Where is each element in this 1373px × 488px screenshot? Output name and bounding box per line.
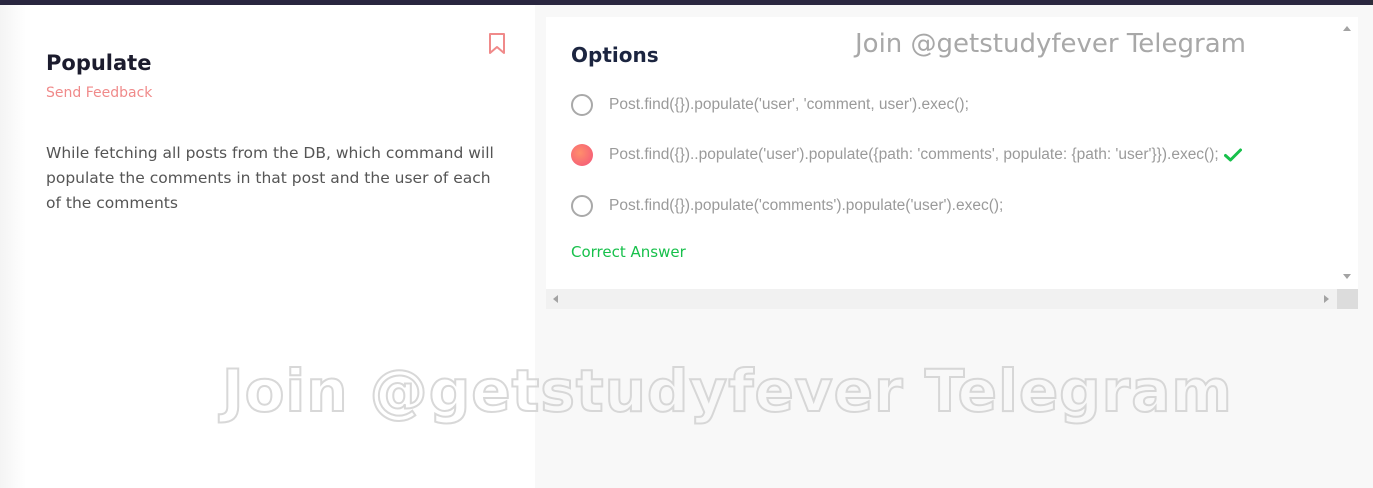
- scroll-down-arrow-icon[interactable]: [1343, 274, 1351, 279]
- scrollbar-corner: [1337, 289, 1358, 309]
- options-title: Options: [571, 43, 659, 67]
- vertical-scrollbar[interactable]: [1337, 17, 1358, 289]
- panel-shadow: [0, 5, 26, 488]
- radio-button[interactable]: [571, 94, 593, 116]
- question-text: While fetching all posts from the DB, wh…: [46, 144, 494, 212]
- correct-answer-label: Correct Answer: [571, 243, 686, 261]
- scroll-left-arrow-icon[interactable]: [553, 295, 558, 303]
- option-3[interactable]: Post.find({}).populate('comments').popul…: [571, 194, 1003, 218]
- horizontal-scrollbar[interactable]: [546, 289, 1337, 309]
- scroll-right-arrow-icon[interactable]: [1324, 295, 1329, 303]
- option-1[interactable]: Post.find({}).populate('user', 'comment,…: [571, 93, 969, 117]
- option-2[interactable]: Post.find({})..populate('user').populate…: [571, 143, 1242, 167]
- send-feedback-link[interactable]: Send Feedback: [46, 85, 152, 101]
- watermark-small: Join @getstudyfever Telegram: [855, 29, 1246, 59]
- bookmark-icon[interactable]: [487, 33, 507, 55]
- option-text: Post.find({}).populate('user', 'comment,…: [609, 96, 969, 113]
- scroll-up-arrow-icon[interactable]: [1343, 26, 1351, 31]
- radio-button-selected[interactable]: [571, 144, 593, 166]
- watermark-large: Join @getstudyfever Telegram: [221, 356, 1233, 426]
- radio-button[interactable]: [571, 195, 593, 217]
- option-text: Post.find({}).populate('comments').popul…: [609, 197, 1004, 214]
- question-title: Populate: [46, 51, 152, 75]
- check-icon: [1223, 148, 1242, 162]
- option-text: Post.find({})..populate('user').populate…: [609, 146, 1219, 163]
